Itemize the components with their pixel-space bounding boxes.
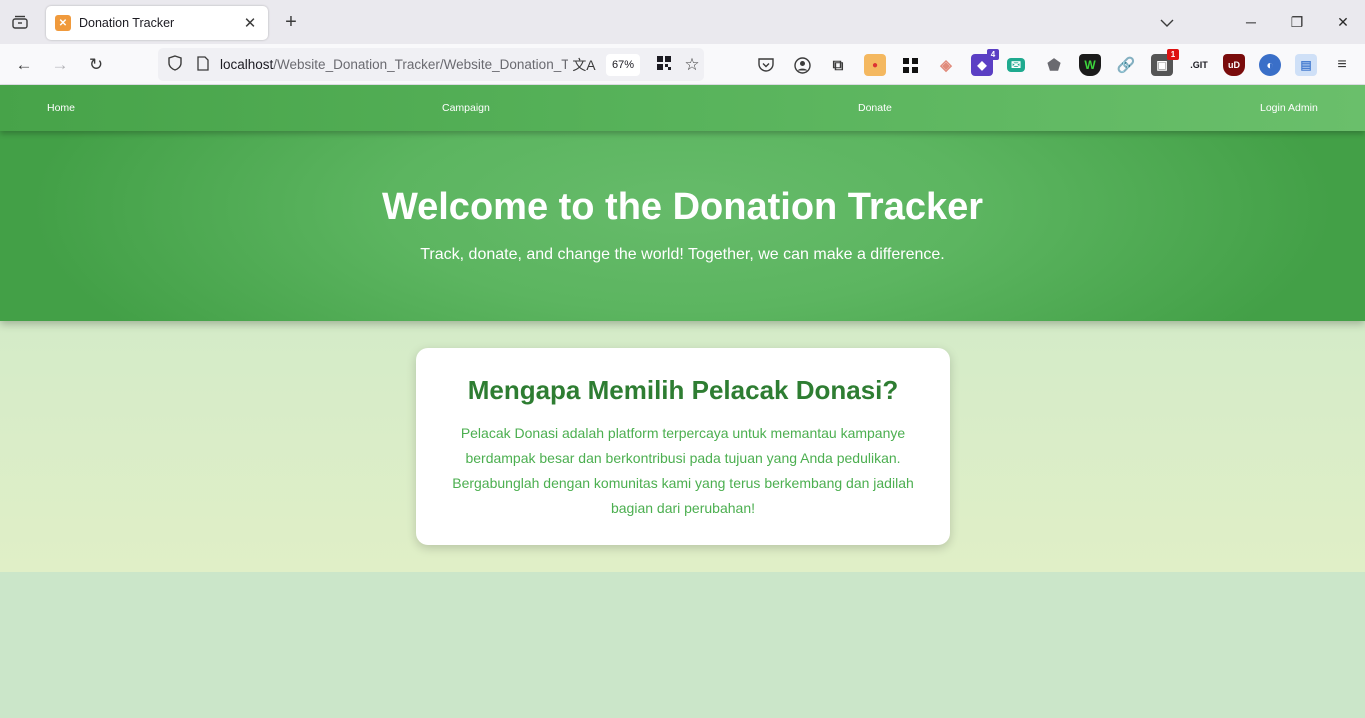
shield-icon[interactable] [164,55,186,74]
extension-link-icon[interactable]: 🔗 [1115,54,1137,76]
extension-git-icon[interactable]: .GIT [1187,54,1211,76]
extension-page-icon[interactable]: ▤ [1295,54,1317,76]
translate-icon[interactable]: 文A [572,55,596,75]
extension-shield-w-icon[interactable]: W [1079,54,1101,76]
extension-mail-icon[interactable]: ✉ [1007,58,1025,72]
extension-puzzle-icon[interactable]: ⬟ [1043,54,1065,76]
account-icon[interactable] [791,54,813,76]
card-title: Mengapa Memilih Pelacak Donasi? [467,375,899,405]
extension-notify-badge: 1 [1167,49,1179,60]
address-bar[interactable]: localhost/Website_Donation_Tracker/Websi… [158,48,704,81]
url-host: localhost [220,57,274,72]
list-all-tabs-icon[interactable] [1152,8,1182,36]
bookmark-star-icon[interactable]: ☆ [680,55,704,75]
back-icon[interactable]: ← [11,52,37,78]
why-choose-card: Mengapa Memilih Pelacak Donasi? Pelacak … [416,348,950,545]
reload-icon[interactable]: ↻ [83,52,109,78]
hero-subtitle: Track, donate, and change the world! Tog… [420,246,945,263]
extension-grid-icon[interactable] [899,54,921,76]
url-path: /Website_Donation_Tracker/Website_Donati… [273,57,568,72]
qr-grid-icon[interactable] [652,55,676,74]
url-text[interactable]: localhost/Website_Donation_Tracker/Websi… [220,57,568,72]
nav-login-admin-link[interactable]: Login Admin [1260,102,1318,114]
web-page: Home Campaign Donate Login Admin Welcome… [0,85,1365,718]
new-tab-icon[interactable]: + [280,10,302,34]
extension-burger-icon[interactable]: ● [864,54,886,76]
hero-section: Welcome to the Donation Tracker Track, d… [0,131,1365,321]
close-window-icon[interactable]: ✕ [1328,8,1358,36]
ublock-icon[interactable]: uD [1223,54,1245,76]
extensions-icon[interactable]: ⧉ [827,54,849,76]
extension-globe-icon[interactable]: ◐ [1259,54,1281,76]
site-navbar: Home Campaign Donate Login Admin [0,85,1365,131]
page-icon[interactable] [192,55,214,74]
nav-donate-link[interactable]: Donate [858,102,892,114]
nav-home-link[interactable]: Home [47,102,75,114]
pocket-icon[interactable] [755,54,777,76]
tab-title: Donation Tracker [79,16,175,30]
zoom-level-button[interactable]: 67% [605,53,641,76]
card-body: Pelacak Donasi adalah platform terpercay… [452,425,914,516]
hero-title: Welcome to the Donation Tracker [381,186,984,228]
close-tab-icon[interactable]: ✕ [240,14,260,32]
menu-icon[interactable]: ≡ [1331,54,1353,76]
nav-campaign-link[interactable]: Campaign [442,102,490,114]
extension-purple-badge: 4 [987,49,999,60]
restore-icon[interactable]: ❐ [1282,8,1312,36]
extension-purple-icon[interactable]: ◆ 4 [971,49,999,76]
xampp-icon: ✕ [55,15,71,31]
tab-list-icon[interactable] [8,11,32,33]
forward-icon[interactable]: → [47,52,73,78]
browser-tab-bar: ✕ Donation Tracker ✕ + ─ ❐ ✕ [0,0,1365,44]
minimize-icon[interactable]: ─ [1236,8,1266,36]
extension-notify-icon[interactable]: ▣ 1 [1151,49,1179,76]
tab-donation-tracker[interactable]: ✕ Donation Tracker ✕ [46,6,268,40]
browser-navigation-bar: ← → ↻ localhost/Website_Donation_Tracker… [0,44,1365,85]
extension-diamond-icon[interactable]: ◈ [935,54,957,76]
